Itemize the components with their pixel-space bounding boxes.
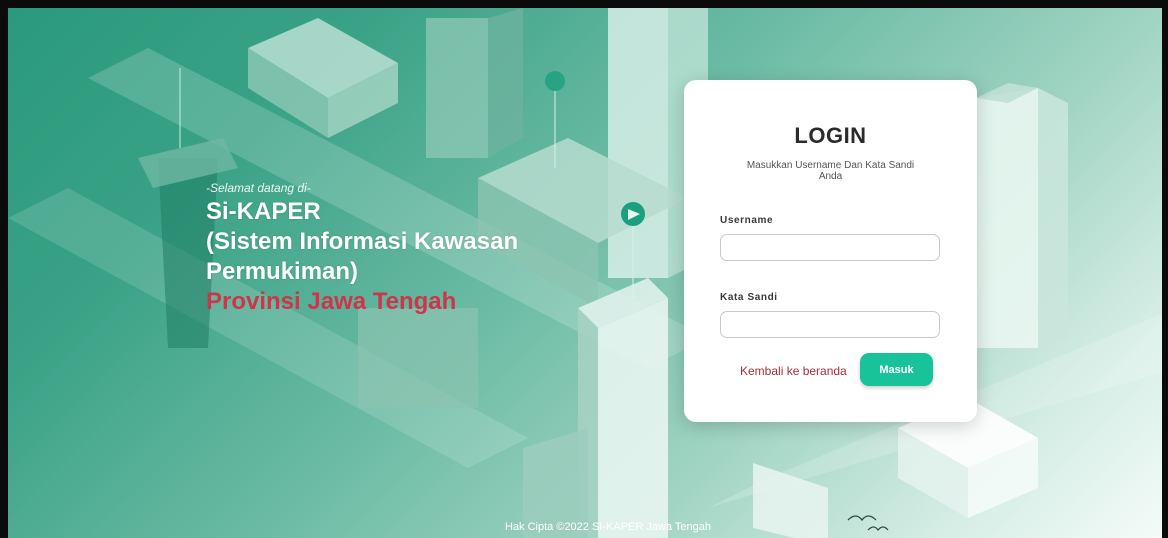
app-name: Si-KAPER bbox=[206, 198, 321, 225]
province-name: Provinsi Jawa Tengah bbox=[206, 288, 457, 315]
password-input[interactable] bbox=[720, 311, 940, 338]
app-full-name-line1: (Sistem Informasi Kawasan bbox=[206, 228, 519, 255]
back-to-home-link[interactable]: Kembali ke beranda bbox=[740, 364, 847, 378]
welcome-greeting: -Selamat datang di- bbox=[206, 181, 311, 195]
isometric-city-illustration bbox=[8, 8, 1162, 538]
footer-copyright: Hak Cipta ©2022 SI-KAPER Jawa Tengah bbox=[504, 521, 711, 533]
login-card: LOGIN Masukkan Username Dan Kata Sandi A… bbox=[684, 80, 977, 422]
login-subtitle: Masukkan Username Dan Kata Sandi Anda bbox=[746, 160, 915, 182]
app-full-name-line2: Permukiman) bbox=[206, 258, 359, 285]
browser-viewport: -Selamat datang di- Si-KAPER (Sistem Inf… bbox=[0, 0, 1168, 538]
username-input[interactable] bbox=[720, 234, 940, 261]
username-label: Username bbox=[720, 215, 774, 226]
login-title: LOGIN bbox=[794, 123, 867, 148]
login-submit-button[interactable]: Masuk bbox=[860, 353, 933, 386]
password-label: Kata Sandi bbox=[720, 292, 778, 303]
welcome-panel: -Selamat datang di- Si-KAPER (Sistem Inf… bbox=[206, 181, 586, 317]
